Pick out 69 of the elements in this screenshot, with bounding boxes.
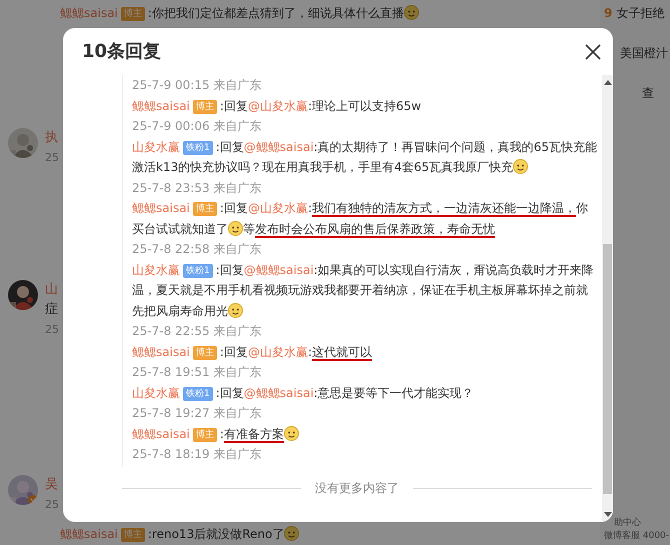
underlined-text: 这代就可以 (312, 344, 372, 360)
blogger-badge: 博主 (192, 346, 217, 360)
emoji-icon (284, 426, 299, 440)
author-name[interactable]: 山 (45, 280, 59, 300)
emoji-icon (284, 526, 300, 541)
author-name[interactable]: 吴 (45, 475, 59, 495)
mention-link[interactable]: @山夋水赢 (248, 98, 308, 112)
author-name[interactable]: 鳃鳃saisai (132, 98, 190, 112)
comment-time: 25-7-8 22:55 来自广东 (132, 324, 262, 338)
comment-time: 25-7-8 18:19 来自广东 (132, 447, 262, 461)
comment-text: 山夋水赢 铁粉1 :回复@鳃鳃saisai:真的太期待了！再冒昧问个问题，真我的65瓦快充能激活k13的快充协议吗？现在用真我手机，手里有4套65瓦真我原厂快充 (132, 138, 598, 176)
comment-text: 症 (45, 301, 59, 319)
mention-link[interactable]: @鳃鳃saisai (244, 262, 314, 276)
mention-link[interactable]: @鳃鳃saisai (244, 140, 314, 154)
scroll-down-icon[interactable] (604, 512, 612, 518)
footer-link[interactable]: 微博客服 4000- (604, 530, 670, 543)
author-name[interactable]: 鳃鳃saisai (132, 344, 190, 358)
comment-time: 25 (45, 322, 59, 338)
comment-text: 鳃鳃saisai 博主 :reno13后就没做Reno了 (60, 525, 600, 543)
comment-text: 鳃鳃saisai 博主 :有准备方案 (132, 424, 598, 444)
emoji-icon (228, 302, 243, 318)
comment-text: 鳃鳃saisai 博主 :回复@山夋水赢:理论上可以支持65w (132, 98, 422, 116)
underlined-text: 我们有独特的清灰方式，一边清灰还能一边降温， (312, 201, 576, 217)
comment-time: 25-7-8 23:53 来自广东 (132, 180, 262, 194)
verified-icon (28, 495, 38, 505)
trending-link[interactable]: 美国橙汁 (620, 44, 668, 84)
comment-time: 25-7-9 00:15 来自广东 (132, 78, 262, 92)
more-link[interactable]: 查 (642, 84, 654, 124)
scroll-up-icon[interactable] (604, 79, 612, 85)
fan-badge: 铁粉1 (183, 264, 213, 278)
comment-text: 山夋水赢 铁粉1 :回复@鳃鳃saisai:如果真的可以实现自行清灰，甭说高负载时才开来降温，夏天就是不用手机看视频玩游戏我都要开着纳凉，保证在手机主板屏幕坏掉之前就先把风扇寿命用光 (132, 262, 595, 320)
comment-text: 山夋水赢 铁粉1 :回复@鳃鳃saisai:意思是要等下一代才能实现？ (132, 384, 475, 402)
mention-link[interactable]: @山夋水赢 (248, 201, 308, 215)
dialog-title: 10条回复 (82, 40, 162, 64)
comment-text: 鳃鳃saisai 博主 :回复@山夋水赢:这代就可以 (132, 344, 373, 362)
comment-time: 25-7-9 00:06 来自广东 (132, 119, 262, 133)
emoji-icon (404, 5, 419, 20)
blogger-badge: 博主 (120, 528, 145, 542)
author-name[interactable]: 鳃鳃saisai (132, 201, 190, 215)
blogger-badge: 博主 (192, 202, 217, 216)
comment-time: 25-7-8 19:27 来自广东 (132, 406, 262, 420)
end-note: 没有更多内容了 (315, 480, 399, 497)
underlined-text: 发布时会公布风扇的售后保养政策，寿命无忧 (255, 222, 495, 238)
emoji-icon (513, 159, 528, 174)
fan-badge: 铁粉1 (183, 386, 213, 400)
underlined-text: 有准备方案 (224, 426, 284, 442)
comment-time: 25 (45, 150, 59, 166)
comment-text: 鳃鳃saisai 博主 :回复@山夋水赢:我们有独特的清灰方式，一边清灰还能一边降温，你买台试试就知道了 等发布时会公布风扇的售后保养政策，寿命无忧 (132, 200, 589, 239)
rank-number: 9 (604, 5, 612, 22)
blogger-badge: 博主 (192, 100, 217, 114)
author-name[interactable]: 鳃鳃saisai (60, 527, 118, 541)
trending-link[interactable]: 女子拒绝 (616, 4, 664, 44)
comment-time: 25-7-8 22:58 来自广东 (132, 242, 262, 256)
emoji-icon (228, 220, 243, 236)
blogger-badge: 博主 (120, 7, 145, 21)
mention-link[interactable]: @鳃鳃saisai (244, 386, 314, 400)
author-name[interactable]: 山夋水赢 (132, 386, 180, 400)
author-name[interactable]: 山夋水赢 (132, 262, 180, 276)
author-name[interactable]: 鳃鳃saisai (60, 6, 118, 20)
blogger-badge: 博主 (192, 428, 217, 442)
author-name[interactable]: 山夋水赢 (132, 140, 180, 154)
scrollbar[interactable] (602, 75, 613, 522)
footer-link[interactable]: 助中心 (604, 517, 670, 530)
comment-time: 25 (45, 497, 59, 513)
author-name[interactable]: 执 (45, 128, 59, 148)
comment-time: 25-7-8 19:51 来自广东 (132, 365, 262, 379)
fan-badge: 铁粉1 (183, 140, 213, 154)
mention-link[interactable]: @山夋水赢 (248, 344, 308, 358)
author-name[interactable]: 鳃鳃saisai (132, 426, 190, 440)
